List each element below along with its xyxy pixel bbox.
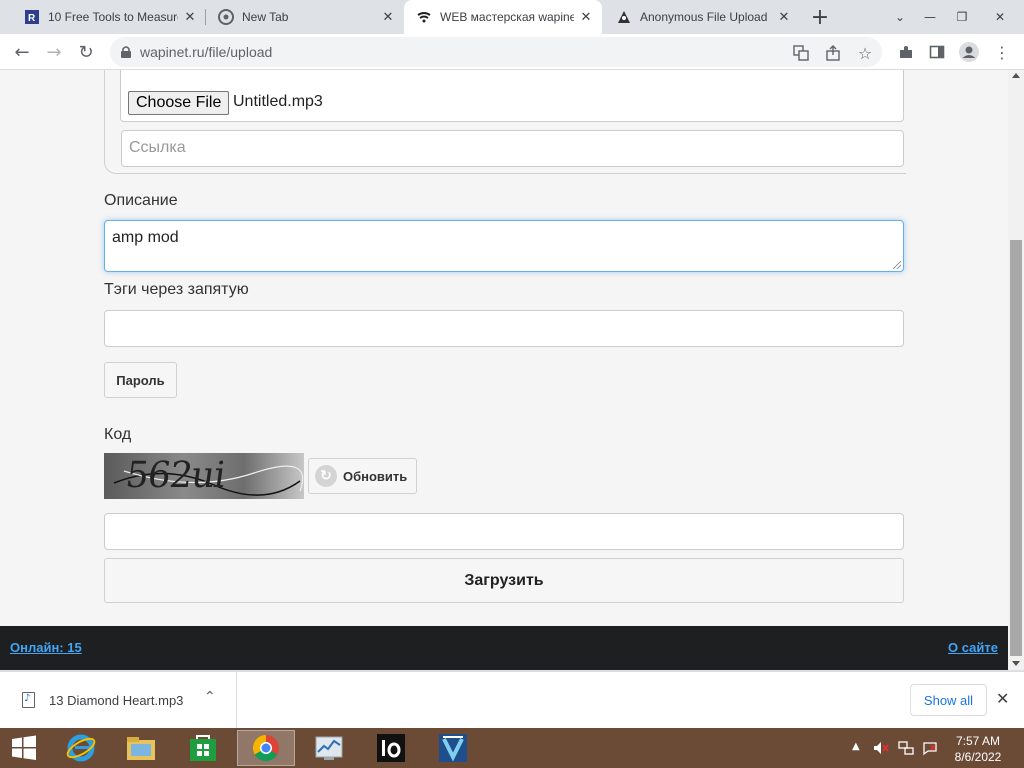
tab-title: New Tab (242, 10, 289, 24)
site-footer: Онлайн: 15 О сайте (0, 626, 1008, 670)
tab-title: WEB мастерская wapine (440, 10, 574, 24)
selected-file-name: Untitled.mp3 (233, 93, 323, 110)
performance-monitor-icon[interactable] (300, 730, 358, 766)
link-input[interactable]: Ссылка (121, 130, 904, 167)
wapinet-icon (416, 9, 432, 25)
windows-taskbar: ▲ 7:57 AM 8/6/2022 (0, 728, 1024, 768)
download-file-name: 13 Diamond Heart.mp3 (49, 693, 184, 708)
chevron-up-icon[interactable]: ⌃ (204, 689, 216, 705)
file-explorer-icon[interactable] (112, 730, 170, 766)
close-tab-icon[interactable]: ✕ (380, 9, 396, 25)
restore-icon[interactable]: ❐ (946, 0, 978, 34)
store-icon[interactable] (174, 730, 232, 766)
page-viewport: Choose File Untitled.mp3 Ссылка Описание… (0, 70, 1008, 670)
tab-search-chevron-icon[interactable]: ⌄ (884, 0, 916, 34)
lock-icon (120, 45, 132, 64)
video-editor-icon[interactable] (424, 730, 482, 766)
tab-title: 10 Free Tools to Measure (48, 10, 178, 24)
action-center-icon[interactable] (922, 740, 938, 759)
anon-upload-icon (616, 9, 632, 25)
system-clock[interactable]: 7:57 AM 8/6/2022 (944, 733, 1012, 765)
extensions-icon[interactable] (896, 42, 916, 62)
reload-icon[interactable]: ↻ (72, 38, 100, 66)
scrollbar-thumb[interactable] (1010, 240, 1022, 656)
scroll-up-icon[interactable] (1012, 73, 1020, 78)
download-bar: 13 Diamond Heart.mp3 ⌃ Show all ✕ (0, 671, 1024, 728)
lo-app-icon[interactable] (362, 730, 420, 766)
upload-button[interactable]: Загрузить (104, 558, 904, 603)
forward-icon[interactable]: → (40, 38, 68, 66)
choose-file-button[interactable]: Choose File (128, 91, 230, 115)
show-hidden-icons[interactable]: ▲ (852, 741, 860, 752)
new-tab-button[interactable]: + (808, 5, 832, 30)
refresh-captcha-button[interactable]: ↻ Обновить (308, 458, 417, 494)
address-bar[interactable]: wapinet.ru/file/upload ☆ (110, 37, 882, 67)
chrome-icon (218, 9, 234, 25)
svg-text:R: R (28, 13, 36, 24)
browser-toolbar: ← → ↻ wapinet.ru/file/upload ☆ ⋮ (0, 34, 1024, 70)
captcha-image: 562ui (104, 453, 304, 499)
windows-start-icon[interactable] (6, 732, 42, 764)
back-icon[interactable]: ← (8, 38, 36, 66)
resize-grip-icon[interactable] (893, 261, 901, 269)
description-label: Описание (104, 192, 178, 209)
code-label: Код (104, 426, 132, 443)
close-tab-icon[interactable]: ✕ (182, 9, 198, 25)
online-count-link[interactable]: Онлайн: 15 (10, 640, 82, 655)
clock-date: 8/6/2022 (954, 750, 1002, 764)
menu-kebab-icon[interactable]: ⋮ (992, 42, 1012, 62)
close-download-bar-icon[interactable]: ✕ (996, 689, 1009, 708)
internet-explorer-icon[interactable] (52, 730, 110, 766)
tab-10-free-tools[interactable]: R 10 Free Tools to Measure ✕ (12, 0, 206, 34)
scroll-down-icon[interactable] (1012, 661, 1020, 666)
password-button[interactable]: Пароль (104, 362, 177, 398)
description-value: amp mod (112, 229, 179, 246)
r-logo-icon: R (24, 9, 40, 25)
clock-time: 7:57 AM (955, 734, 1001, 748)
tags-input[interactable] (104, 310, 904, 347)
captcha-code-input[interactable] (104, 513, 904, 550)
captcha-text: 562ui (123, 455, 228, 496)
chrome-taskbar-icon[interactable] (237, 730, 295, 766)
tab-title: Anonymous File Upload (640, 10, 768, 24)
tags-label: Тэги через запятую (104, 281, 249, 298)
refresh-label: Обновить (343, 468, 408, 484)
show-all-button[interactable]: Show all (910, 684, 987, 716)
about-site-link[interactable]: О сайте (948, 640, 998, 655)
profile-avatar-icon[interactable] (959, 42, 979, 62)
audio-file-icon (22, 692, 35, 708)
page-scrollbar[interactable] (1008, 70, 1024, 670)
network-icon[interactable] (898, 740, 914, 759)
download-item[interactable]: 13 Diamond Heart.mp3 ⌃ (0, 672, 237, 728)
side-panel-icon[interactable] (927, 42, 947, 62)
translate-icon[interactable] (792, 44, 810, 62)
minimize-icon[interactable]: — (914, 0, 946, 34)
close-tab-icon[interactable]: ✕ (776, 9, 792, 25)
tab-wapinet[interactable]: WEB мастерская wapine ✕ (404, 0, 602, 34)
volume-muted-icon[interactable] (873, 740, 889, 759)
tab-new-tab[interactable]: New Tab ✕ (206, 0, 404, 34)
share-icon[interactable] (824, 44, 842, 62)
url-text: wapinet.ru/file/upload (140, 44, 273, 60)
close-tab-icon[interactable]: ✕ (578, 9, 594, 25)
description-textarea[interactable]: amp mod (104, 220, 904, 272)
refresh-icon: ↻ (315, 465, 337, 487)
tab-strip: R 10 Free Tools to Measure ✕ New Tab ✕ W… (0, 0, 1024, 34)
bookmark-star-icon[interactable]: ☆ (856, 44, 874, 63)
window-close-icon[interactable]: ✕ (984, 0, 1016, 34)
tab-anonymous-upload[interactable]: Anonymous File Upload ✕ (604, 0, 800, 34)
